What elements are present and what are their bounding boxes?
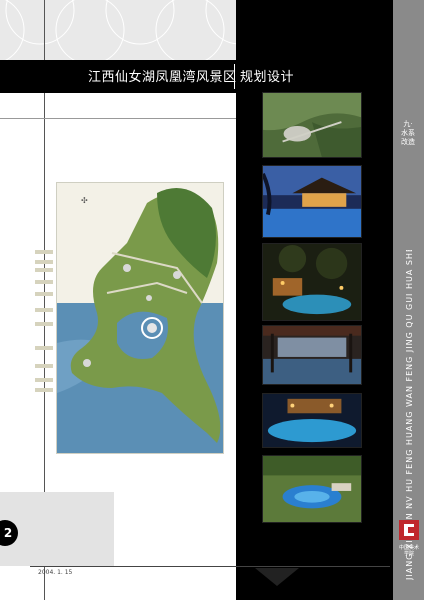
photo-water-pavilion xyxy=(262,325,362,385)
academy-logo-icon xyxy=(399,520,419,540)
photo-tropical-pool xyxy=(262,455,362,523)
photo-night-pool xyxy=(262,243,362,321)
footer-arrow-icon xyxy=(255,568,299,586)
footer-date: 2004. 1. 15 xyxy=(38,569,73,576)
photo-resort-pool-dusk xyxy=(262,165,362,238)
header-decorative-pattern xyxy=(0,0,236,60)
legend-item xyxy=(35,308,53,312)
logo-label: 中国美术学院 xyxy=(398,545,419,557)
photo-illuminated-pool xyxy=(262,393,362,448)
legend-item xyxy=(35,260,53,264)
legend-item xyxy=(35,322,53,326)
legend-item xyxy=(35,280,53,284)
legend-item xyxy=(35,364,53,368)
legend-item xyxy=(35,378,53,382)
map-legend xyxy=(35,250,55,392)
page-title: 江西仙女湖凤凰湾风景区 xyxy=(88,70,237,85)
site-plan-map: ✣ xyxy=(56,182,224,454)
top-rule xyxy=(0,118,236,119)
legend-item xyxy=(35,268,53,272)
title-band: 江西仙女湖凤凰湾风景区 规划设计 xyxy=(0,60,393,93)
legend-item xyxy=(35,250,53,254)
legend-item xyxy=(35,346,53,350)
legend-item xyxy=(35,388,53,392)
photo-aerial-pavilion xyxy=(262,92,362,158)
page-subtitle: 规划设计 xyxy=(240,70,295,85)
svg-text:✣: ✣ xyxy=(81,196,88,205)
section-label: 九·水系改造 xyxy=(401,120,415,146)
footer-rule xyxy=(30,566,390,567)
legend-item xyxy=(35,292,53,296)
title-separator xyxy=(234,64,235,89)
